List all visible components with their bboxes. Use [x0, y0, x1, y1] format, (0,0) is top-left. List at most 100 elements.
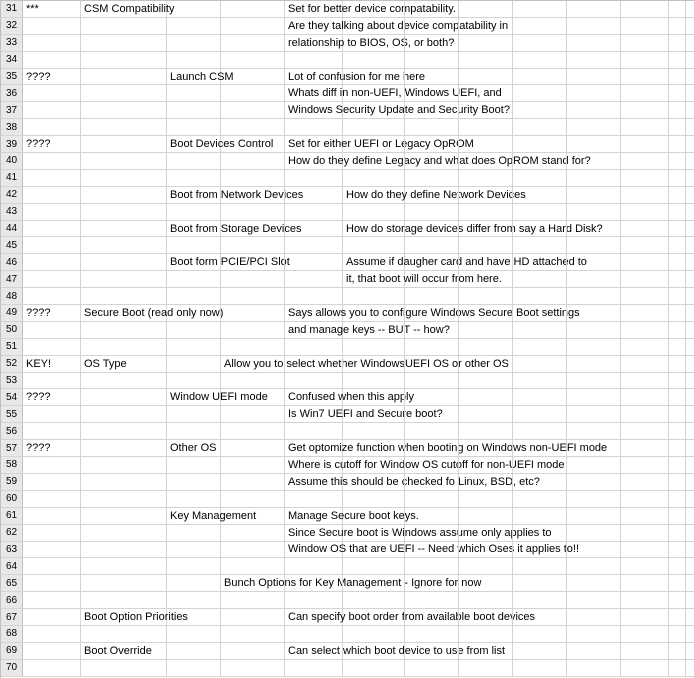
cell-h[interactable]: [459, 660, 513, 676]
cell-i[interactable]: [513, 153, 567, 169]
cell-g[interactable]: [405, 491, 459, 507]
cell-f[interactable]: [343, 1, 405, 17]
cell-l[interactable]: [669, 406, 686, 422]
cell-d[interactable]: [221, 254, 285, 270]
cell-m[interactable]: [686, 440, 694, 456]
cell-d[interactable]: [221, 153, 285, 169]
cell-d[interactable]: [221, 119, 285, 135]
cell-a[interactable]: [23, 85, 81, 101]
cell-k[interactable]: [621, 592, 669, 608]
cell-j[interactable]: [567, 406, 621, 422]
cell-c[interactable]: [167, 525, 221, 541]
cell-a[interactable]: [23, 18, 81, 34]
cell-e[interactable]: [285, 204, 343, 220]
cell-h[interactable]: [459, 170, 513, 186]
row-header[interactable]: 58: [1, 457, 23, 473]
row-header[interactable]: 69: [1, 643, 23, 659]
cell-g[interactable]: [405, 356, 459, 372]
cell-d[interactable]: [221, 491, 285, 507]
cell-j[interactable]: [567, 18, 621, 34]
cell-m[interactable]: [686, 254, 694, 270]
cell-d[interactable]: [221, 339, 285, 355]
cell-g[interactable]: [405, 339, 459, 355]
cell-i[interactable]: [513, 542, 567, 558]
cell-g[interactable]: [405, 542, 459, 558]
cell-k[interactable]: [621, 237, 669, 253]
cell-f[interactable]: Assume if daugher card and have HD attac…: [343, 254, 405, 270]
cell-l[interactable]: [669, 18, 686, 34]
cell-c[interactable]: [167, 102, 221, 118]
cell-f[interactable]: [343, 339, 405, 355]
cell-a[interactable]: ????: [23, 305, 81, 321]
cell-l[interactable]: [669, 643, 686, 659]
cell-h[interactable]: [459, 52, 513, 68]
cell-g[interactable]: [405, 237, 459, 253]
cell-f[interactable]: [343, 525, 405, 541]
cell-h[interactable]: [459, 373, 513, 389]
cell-c[interactable]: [167, 609, 221, 625]
cell-g[interactable]: [405, 406, 459, 422]
cell-b[interactable]: [81, 508, 167, 524]
cell-c[interactable]: [167, 592, 221, 608]
cell-b[interactable]: [81, 592, 167, 608]
row-header[interactable]: 37: [1, 102, 23, 118]
cell-h[interactable]: [459, 305, 513, 321]
cell-j[interactable]: [567, 69, 621, 85]
row-header[interactable]: 48: [1, 288, 23, 304]
cell-a[interactable]: [23, 373, 81, 389]
cell-f[interactable]: [343, 558, 405, 574]
cell-i[interactable]: [513, 440, 567, 456]
row-header[interactable]: 61: [1, 508, 23, 524]
cell-j[interactable]: [567, 660, 621, 676]
row-header[interactable]: 41: [1, 170, 23, 186]
cell-i[interactable]: [513, 389, 567, 405]
cell-e[interactable]: [285, 339, 343, 355]
cell-g[interactable]: [405, 102, 459, 118]
cell-g[interactable]: [405, 119, 459, 135]
cell-i[interactable]: [513, 643, 567, 659]
cell-e[interactable]: [285, 423, 343, 439]
row-header[interactable]: 56: [1, 423, 23, 439]
cell-b[interactable]: [81, 525, 167, 541]
cell-i[interactable]: [513, 660, 567, 676]
cell-d[interactable]: [221, 288, 285, 304]
cell-b[interactable]: [81, 254, 167, 270]
cell-c[interactable]: [167, 457, 221, 473]
cell-f[interactable]: [343, 474, 405, 490]
cell-d[interactable]: [221, 18, 285, 34]
cell-k[interactable]: [621, 626, 669, 642]
cell-d[interactable]: [221, 643, 285, 659]
cell-c[interactable]: [167, 18, 221, 34]
cell-h[interactable]: [459, 626, 513, 642]
cell-f[interactable]: [343, 508, 405, 524]
cell-k[interactable]: [621, 153, 669, 169]
row-header[interactable]: 47: [1, 271, 23, 287]
cell-j[interactable]: [567, 423, 621, 439]
row-header[interactable]: 65: [1, 575, 23, 591]
cell-i[interactable]: [513, 474, 567, 490]
cell-i[interactable]: [513, 170, 567, 186]
cell-f[interactable]: [343, 119, 405, 135]
cell-e[interactable]: [285, 356, 343, 372]
cell-e[interactable]: Says allows you to configure Windows Sec…: [285, 305, 343, 321]
row-header[interactable]: 70: [1, 660, 23, 676]
row-header[interactable]: 31: [1, 1, 23, 17]
cell-e[interactable]: [285, 271, 343, 287]
cell-e[interactable]: [285, 626, 343, 642]
row-header[interactable]: 59: [1, 474, 23, 490]
cell-k[interactable]: [621, 221, 669, 237]
cell-m[interactable]: [686, 136, 694, 152]
row-header[interactable]: 45: [1, 237, 23, 253]
cell-g[interactable]: [405, 373, 459, 389]
cell-j[interactable]: [567, 119, 621, 135]
cell-g[interactable]: [405, 1, 459, 17]
cell-h[interactable]: [459, 69, 513, 85]
cell-c[interactable]: [167, 237, 221, 253]
cell-m[interactable]: [686, 389, 694, 405]
cell-b[interactable]: CSM Compatibility: [81, 1, 167, 17]
cell-l[interactable]: [669, 1, 686, 17]
cell-c[interactable]: [167, 660, 221, 676]
cell-j[interactable]: [567, 322, 621, 338]
cell-j[interactable]: [567, 153, 621, 169]
cell-c[interactable]: [167, 271, 221, 287]
